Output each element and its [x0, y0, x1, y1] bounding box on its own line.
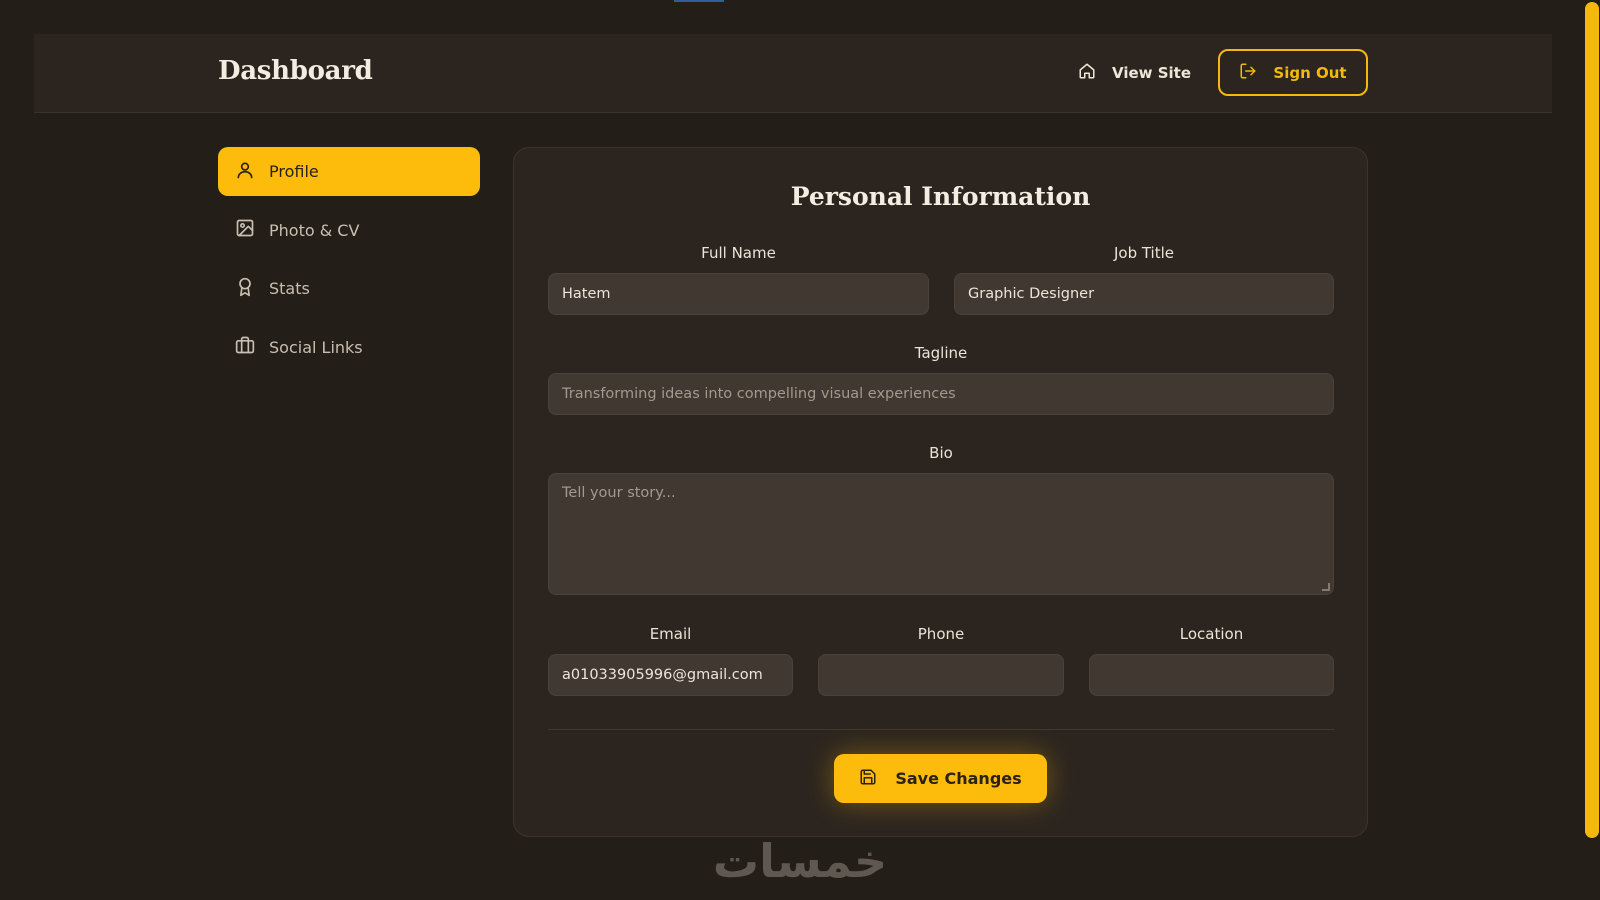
- user-icon: [235, 160, 255, 184]
- job-title-label: Job Title: [1113, 244, 1175, 262]
- save-changes-button[interactable]: Save Changes: [834, 754, 1047, 803]
- sidebar-item-profile[interactable]: Profile: [218, 147, 480, 196]
- bio-placeholder: Tell your story...: [562, 485, 676, 501]
- save-changes-label: Save Changes: [895, 769, 1022, 788]
- tagline-field[interactable]: Transforming ideas into compelling visua…: [548, 373, 1334, 415]
- brand-title: Dashboard: [218, 56, 373, 86]
- image-icon: [235, 218, 255, 242]
- home-icon: [1078, 62, 1096, 84]
- job-title-field[interactable]: Graphic Designer: [954, 273, 1334, 315]
- phone-label: Phone: [917, 625, 965, 643]
- top-accent-bar: [674, 0, 724, 2]
- email-label: Email: [649, 625, 692, 643]
- sign-out-button[interactable]: Sign Out: [1218, 49, 1368, 96]
- sidebar-item-label: Social Links: [269, 337, 363, 357]
- scrollbar-thumb[interactable]: [1585, 2, 1599, 838]
- briefcase-icon: [235, 335, 255, 359]
- sidebar-item-social-links[interactable]: Social Links: [218, 323, 480, 372]
- form-divider: [548, 729, 1334, 730]
- full-name-field[interactable]: Hatem: [548, 273, 929, 315]
- award-icon: [235, 277, 255, 301]
- sign-out-label: Sign Out: [1273, 63, 1347, 82]
- sidebar-item-stats[interactable]: Stats: [218, 264, 480, 313]
- view-site-link[interactable]: View Site: [1078, 60, 1191, 86]
- sidebar-item-label: Profile: [269, 162, 319, 181]
- phone-field[interactable]: [818, 654, 1064, 696]
- sidebar-item-photo-cv[interactable]: Photo & CV: [218, 206, 480, 255]
- sidebar-nav: Profile Photo & CV Stats Social Links: [218, 147, 480, 381]
- save-icon: [859, 768, 877, 790]
- top-header: Dashboard View Site Sign Out: [34, 34, 1552, 113]
- location-field[interactable]: [1089, 654, 1334, 696]
- sidebar-item-label: Photo & CV: [269, 220, 360, 240]
- watermark-logo: خمسات: [712, 834, 888, 888]
- location-label: Location: [1179, 625, 1244, 643]
- tagline-label: Tagline: [914, 344, 968, 362]
- email-field[interactable]: a01033905996@gmail.com: [548, 654, 793, 696]
- sign-out-icon: [1239, 62, 1257, 84]
- bio-label: Bio: [929, 444, 953, 462]
- resize-handle[interactable]: [1322, 583, 1330, 591]
- bio-textarea[interactable]: Tell your story...: [548, 473, 1334, 595]
- view-site-label: View Site: [1112, 64, 1192, 82]
- page-title: Personal Information: [790, 182, 1091, 211]
- personal-info-card: Personal Information Full Name Hatem Job…: [513, 147, 1368, 837]
- full-name-label: Full Name: [701, 244, 776, 262]
- sidebar-item-label: Stats: [269, 279, 310, 298]
